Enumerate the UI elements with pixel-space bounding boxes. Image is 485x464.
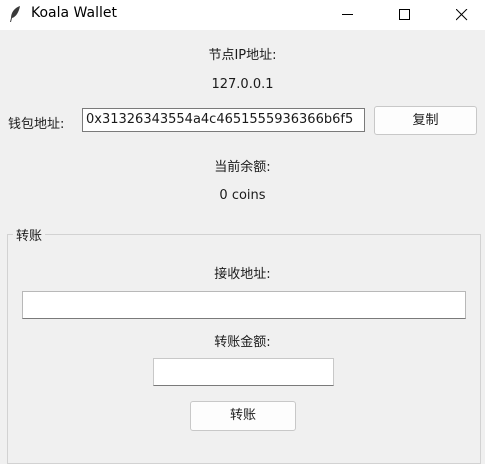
balance-label: 当前余额:: [214, 160, 271, 175]
maximize-icon: [399, 9, 410, 20]
recipient-address-input[interactable]: [22, 291, 466, 319]
close-icon: [456, 9, 468, 21]
transfer-amount-input[interactable]: [153, 358, 334, 386]
minimize-button[interactable]: [325, 0, 371, 30]
transfer-group-title: 转账: [13, 225, 46, 244]
node-ip-label: 节点IP地址:: [208, 48, 277, 63]
close-button[interactable]: [439, 0, 485, 30]
transfer-amount-label: 转账金额:: [214, 335, 271, 350]
copy-button[interactable]: 复制: [374, 106, 477, 135]
wallet-address-label: 钱包地址:: [8, 117, 65, 132]
balance-value: 0 coins: [219, 188, 266, 203]
node-ip-value: 127.0.0.1: [211, 77, 274, 92]
title-bar: Koala Wallet: [0, 0, 485, 30]
recipient-address-label: 接收地址:: [214, 267, 271, 282]
feather-icon: [10, 6, 20, 22]
window-title: Koala Wallet: [31, 5, 117, 21]
maximize-button[interactable]: [382, 0, 428, 30]
wallet-address-field[interactable]: 0x31326343554a4c4651555936366b6f5: [82, 108, 365, 132]
transfer-button[interactable]: 转账: [190, 401, 296, 431]
minimize-icon: [342, 14, 353, 15]
